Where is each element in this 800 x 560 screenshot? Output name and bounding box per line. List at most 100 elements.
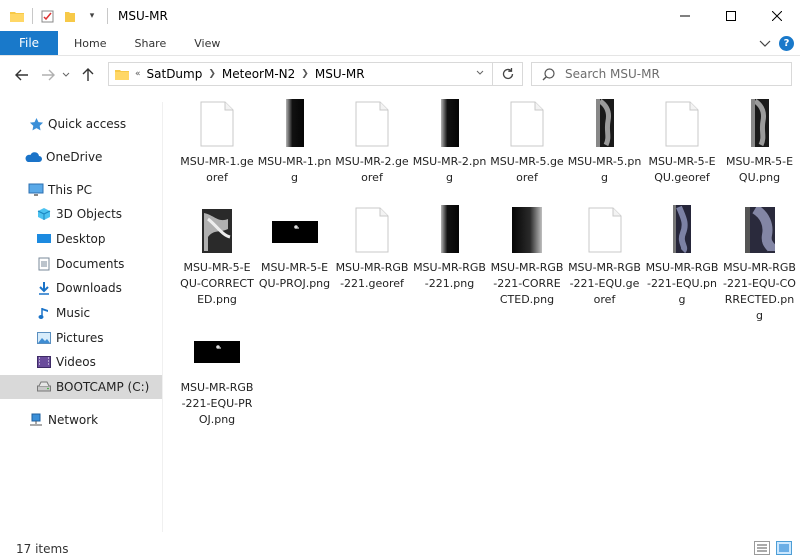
sidebar-item-music[interactable]: Music xyxy=(0,301,162,325)
search-icon xyxy=(542,67,555,81)
breadcrumb-item[interactable]: MSU-MR xyxy=(315,67,365,81)
image-thumbnail xyxy=(721,204,799,256)
window-controls xyxy=(662,0,800,31)
computer-icon xyxy=(28,182,44,198)
item-count: 17 items xyxy=(16,541,69,556)
chevron-right-icon[interactable]: ❯ xyxy=(301,69,309,79)
ribbon-tabs: File Home Share View ? xyxy=(0,31,800,56)
sidebar-item-network[interactable]: Network xyxy=(0,408,162,432)
sidebar-item-label: Music xyxy=(56,306,91,320)
refresh-button[interactable] xyxy=(493,62,523,86)
file-item[interactable]: MSU-MR-1.png xyxy=(256,98,334,186)
recent-locations-chevron-icon[interactable] xyxy=(61,62,71,88)
sidebar-item-label: Desktop xyxy=(56,232,106,246)
maximize-button[interactable] xyxy=(708,0,754,31)
file-name: MSU-MR-1.png xyxy=(257,155,332,184)
file-item[interactable]: MSU-MR-5-EQU.png xyxy=(721,98,799,186)
help-icon[interactable]: ? xyxy=(779,36,794,51)
file-item[interactable]: MSU-MR-2.georef xyxy=(333,98,411,186)
file-item[interactable]: MSU-MR-5.png xyxy=(566,98,644,186)
forward-button[interactable] xyxy=(35,62,61,88)
file-item[interactable]: MSU-MR-2.png xyxy=(411,98,489,186)
file-item[interactable]: MSU-MR-RGB-221.georef xyxy=(333,204,411,292)
status-bar: 17 items xyxy=(0,537,800,560)
folder-icon[interactable] xyxy=(6,5,28,27)
new-folder-icon[interactable] xyxy=(59,5,81,27)
search-box[interactable] xyxy=(531,62,792,86)
navigation-bar: « SatDump ❯ MeteorM-N2 ❯ MSU-MR xyxy=(0,56,800,94)
image-thumbnail xyxy=(256,204,334,256)
file-item[interactable]: MSU-MR-RGB-221.png xyxy=(411,204,489,292)
sidebar-item-label: Downloads xyxy=(56,281,122,295)
breadcrumb-item[interactable]: MeteorM-N2 xyxy=(222,67,295,81)
breadcrumb-item[interactable]: SatDump xyxy=(147,67,203,81)
file-item[interactable]: MSU-MR-RGB-221-EQU-CORRECTED.png xyxy=(721,204,799,324)
image-thumbnail xyxy=(178,204,256,256)
star-icon xyxy=(28,116,44,132)
image-thumbnail xyxy=(411,98,489,150)
details-view-button[interactable] xyxy=(754,541,770,555)
image-thumbnail xyxy=(566,98,644,150)
ribbon-controls: ? xyxy=(759,31,794,56)
file-name: MSU-MR-5-EQU.png xyxy=(725,155,794,184)
address-dropdown-chevron-icon[interactable] xyxy=(476,70,484,76)
file-item[interactable]: MSU-MR-RGB-221-EQU-PROJ.png xyxy=(178,324,256,428)
cloud-icon xyxy=(24,149,42,165)
sidebar-item-onedrive[interactable]: OneDrive xyxy=(0,145,162,169)
file-item[interactable]: MSU-MR-RGB-221-EQU.georef xyxy=(566,204,644,308)
tab-file[interactable]: File xyxy=(0,31,58,55)
file-item[interactable]: MSU-MR-5.georef xyxy=(488,98,566,186)
close-button[interactable] xyxy=(754,0,800,31)
large-icons-view-button[interactable] xyxy=(776,541,792,555)
file-name: MSU-MR-RGB-221-EQU.png xyxy=(645,261,719,306)
chevron-right-icon[interactable]: ❯ xyxy=(208,69,216,79)
sidebar-item-pictures[interactable]: Pictures xyxy=(0,326,162,350)
sidebar-item-videos[interactable]: Videos xyxy=(0,350,162,374)
sidebar-item-label: This PC xyxy=(48,183,92,197)
sidebar-item-quick-access[interactable]: Quick access xyxy=(0,112,162,136)
file-name: MSU-MR-2.georef xyxy=(335,155,409,184)
document-icon xyxy=(178,98,256,150)
file-item[interactable]: MSU-MR-5-EQU.georef xyxy=(643,98,721,186)
address-bar[interactable]: « SatDump ❯ MeteorM-N2 ❯ MSU-MR xyxy=(108,62,493,86)
file-name: MSU-MR-RGB-221-EQU.georef xyxy=(568,261,641,306)
desktop-icon xyxy=(36,231,52,247)
tab-share[interactable]: Share xyxy=(120,31,180,55)
videos-icon xyxy=(36,354,52,370)
file-name: MSU-MR-5.png xyxy=(567,155,642,184)
tab-view[interactable]: View xyxy=(180,31,234,55)
toolbar-divider xyxy=(32,7,33,24)
expand-ribbon-chevron-icon[interactable] xyxy=(759,37,771,51)
file-name: MSU-MR-RGB-221-CORRECTED.png xyxy=(490,261,564,306)
file-item[interactable]: MSU-MR-5-EQU-PROJ.png xyxy=(256,204,334,292)
search-input[interactable] xyxy=(565,67,765,81)
sidebar-item-3d-objects[interactable]: 3D Objects xyxy=(0,202,162,226)
document-icon xyxy=(333,204,411,256)
file-item[interactable]: MSU-MR-1.georef xyxy=(178,98,256,186)
sidebar-item-documents[interactable]: Documents xyxy=(0,252,162,276)
back-button[interactable] xyxy=(9,62,35,88)
file-item[interactable]: MSU-MR-RGB-221-CORRECTED.png xyxy=(488,204,566,308)
sidebar-item-bootcamp-drive[interactable]: BOOTCAMP (C:) xyxy=(0,375,162,399)
sidebar-item-label: BOOTCAMP (C:) xyxy=(56,380,150,394)
sidebar-item-desktop[interactable]: Desktop xyxy=(0,227,162,251)
music-icon xyxy=(36,305,52,321)
file-name: MSU-MR-5-EQU.georef xyxy=(648,155,716,184)
window-title: MSU-MR xyxy=(118,8,168,23)
file-item[interactable]: MSU-MR-5-EQU-CORRECTED.png xyxy=(178,204,256,308)
sidebar-item-this-pc[interactable]: This PC xyxy=(0,178,162,202)
minimize-button[interactable] xyxy=(662,0,708,31)
file-name: MSU-MR-RGB-221.png xyxy=(413,261,486,290)
document-icon xyxy=(566,204,644,256)
tab-home[interactable]: Home xyxy=(58,31,120,55)
sidebar-item-downloads[interactable]: Downloads xyxy=(0,276,162,300)
document-icon xyxy=(333,98,411,150)
image-thumbnail xyxy=(643,204,721,256)
file-name: MSU-MR-5-EQU-CORRECTED.png xyxy=(180,261,254,306)
file-item[interactable]: MSU-MR-RGB-221-EQU.png xyxy=(643,204,721,308)
download-icon xyxy=(36,280,52,296)
up-button[interactable] xyxy=(75,62,101,88)
customize-toolbar-chevron-icon[interactable]: ▾ xyxy=(81,5,103,27)
properties-icon[interactable] xyxy=(37,5,59,27)
breadcrumb-overflow-icon[interactable]: « xyxy=(135,69,141,79)
